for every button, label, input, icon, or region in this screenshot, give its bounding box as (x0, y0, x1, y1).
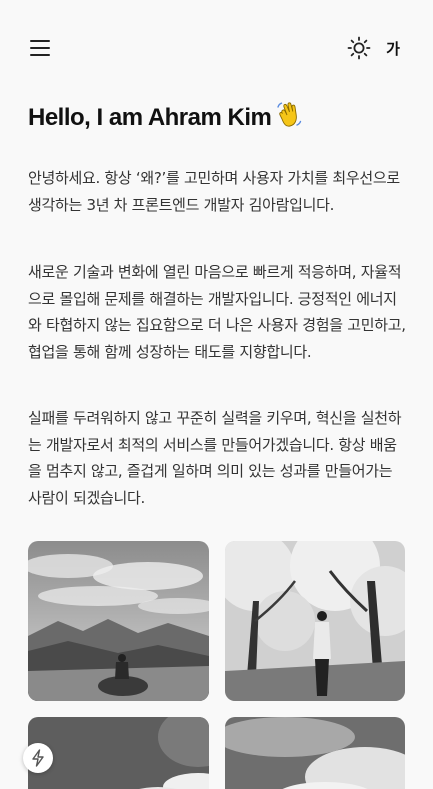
hero-title-text: Hello, I am Ahram Kim (28, 104, 272, 131)
floating-action-button[interactable] (23, 743, 53, 773)
clouds-sky-photo[interactable] (225, 717, 405, 789)
language-toggle-button[interactable]: 가 (384, 38, 402, 60)
hamburger-menu-icon[interactable] (28, 37, 52, 59)
mountain-landscape-photo[interactable] (28, 541, 209, 701)
lightning-bolt-icon (32, 749, 44, 767)
hero-title: Hello, I am Ahram Kim (28, 100, 408, 136)
intro-paragraph-3: 실패를 두려워하지 않고 꾸준히 실력을 키우며, 혁신을 실천하는 개발자로서… (28, 409, 402, 507)
clouds-sky-photo[interactable] (28, 717, 209, 789)
waving-hand-icon (275, 101, 303, 129)
top-bar: 가 (0, 0, 433, 96)
cherry-blossom-trees-photo[interactable] (225, 541, 405, 701)
sun-icon[interactable] (347, 36, 371, 60)
intro-paragraph-1: 안녕하세요. 항상 ‘왜?’를 고민하며 사용자 가치를 최우선으로 생각하는 … (28, 169, 400, 214)
intro-paragraph-2: 새로운 기술과 변화에 열린 마음으로 빠르게 적응하며, 자율적으로 몰입해 … (28, 263, 406, 361)
